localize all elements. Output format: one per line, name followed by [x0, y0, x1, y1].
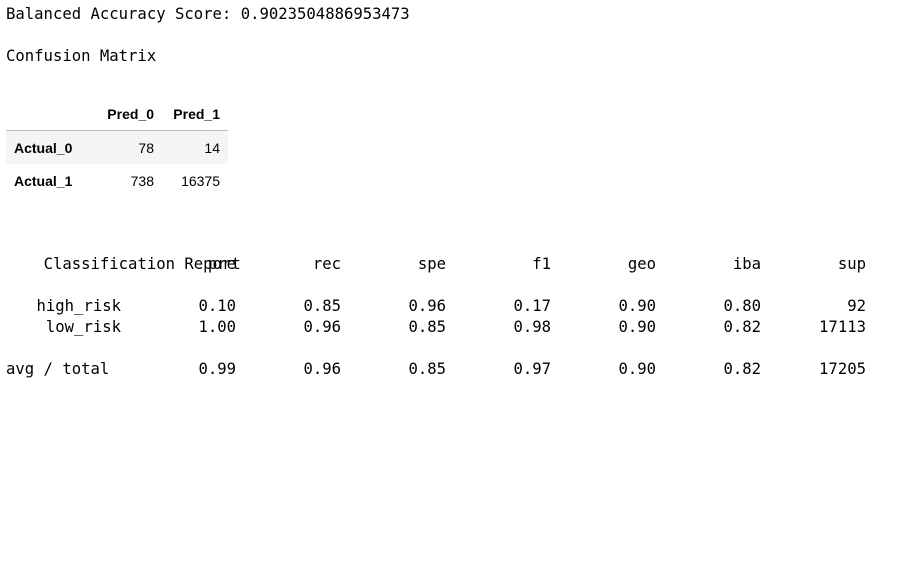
- table-cell: 78: [138, 139, 154, 156]
- table-row: Actual_1 738 16375: [6, 164, 228, 197]
- table-cell: 16375: [181, 172, 220, 189]
- table-header-row: Pred_0 Pred_1: [6, 97, 228, 131]
- column-header-pred-0: Pred_0: [98, 97, 162, 131]
- report-cell: 17113: [819, 318, 866, 336]
- classification-report-title-row: Classification Report: [6, 233, 241, 273]
- report-cell: 17205: [819, 360, 866, 378]
- report-spacer: [6, 338, 241, 359]
- confusion-matrix-table: Pred_0 Pred_1 Actual_0 78 14 Actual_1 73…: [6, 97, 228, 197]
- confusion-matrix-title: Confusion Matrix: [6, 47, 157, 65]
- row-header-actual-1: Actual_1: [14, 172, 73, 189]
- report-header-row: pre rec spe f1 geo iba sup: [6, 254, 866, 275]
- report-row-low-risk: low_risk 1.00 0.96 0.85 0.98 0.90 0.82 1…: [6, 317, 866, 338]
- column-header-pred-1: Pred_1: [162, 97, 228, 131]
- report-cell: 92: [847, 297, 866, 315]
- report-header-sup: sup: [837, 255, 866, 273]
- balanced-accuracy-output: Balanced Accuracy Score: 0.9023504886953…: [6, 5, 410, 23]
- table-cell: 14: [204, 139, 220, 156]
- table-corner-cell: [6, 97, 98, 131]
- report-row-avg-total: avg / total 0.99 0.96 0.85 0.97 0.90 0.8…: [6, 359, 866, 380]
- row-header-actual-0: Actual_0: [14, 139, 73, 156]
- confusion-matrix-table-wrapper: Pred_0 Pred_1 Actual_0 78 14 Actual_1 73…: [6, 97, 228, 197]
- classification-report: Classification Report pre rec spe f1 geo…: [6, 233, 867, 380]
- table-cell: 738: [130, 172, 154, 189]
- report-spacer: [6, 275, 241, 296]
- report-row-high-risk: high_risk 0.10 0.85 0.96 0.17 0.90 0.80 …: [6, 296, 867, 317]
- table-row: Actual_0 78 14: [6, 130, 228, 164]
